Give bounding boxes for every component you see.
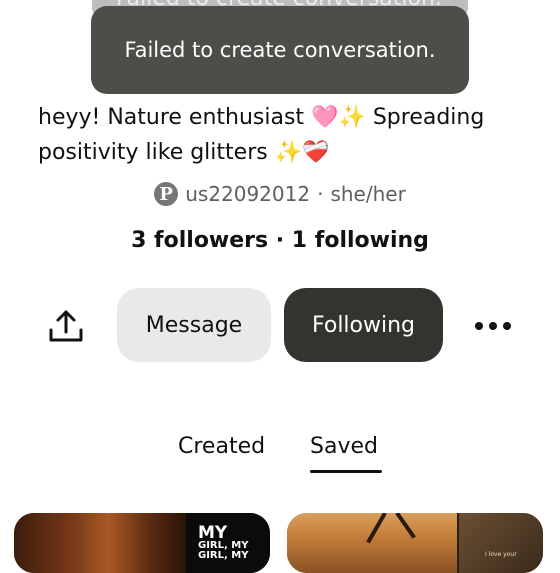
pin-subtitle: GIRL, MY GIRL, MY [198,540,249,561]
username-row: P us22092012 · she/her [0,182,560,206]
pin-text-panel: MY GIRL, MY GIRL, MY [186,513,270,573]
pin-image-secondary: I love your [459,513,543,573]
tab-created[interactable]: Created [178,434,265,459]
more-options-icon [489,322,497,330]
pin-caption: I love your [485,551,517,558]
pronouns: she/her [330,182,406,206]
following-button[interactable]: Following [284,288,443,362]
more-options-icon [503,322,511,330]
error-toast: Failed to create conversation. [91,6,469,94]
message-button[interactable]: Message [117,288,271,362]
separator-dot: · [317,182,324,206]
bio-line-1: heyy! Nature enthusiast 🩷✨ Spreading [38,105,485,130]
share-button[interactable] [44,304,88,348]
share-icon [49,310,83,342]
username: us22092012 [185,182,311,206]
tab-saved[interactable]: Saved [310,434,378,459]
pinterest-logo-icon: P [154,182,179,206]
toast-message: Failed to create conversation. [124,38,436,62]
profile-bio: heyy! Nature enthusiast 🩷✨ Spreading pos… [38,100,528,170]
follow-stats[interactable]: 3 followers · 1 following [0,228,560,253]
more-options-icon [475,322,483,330]
pin-image [287,513,457,573]
active-tab-indicator [310,470,382,473]
bio-line-2: positivity like glitters ✨❤️‍🩹 [38,140,330,165]
branch-shape [366,513,387,544]
pin-card[interactable]: MY GIRL, MY GIRL, MY [14,513,270,573]
branch-shape [395,513,416,539]
pin-card[interactable]: I love your [287,513,543,573]
more-options-button[interactable] [470,306,516,346]
pin-image [14,513,185,573]
